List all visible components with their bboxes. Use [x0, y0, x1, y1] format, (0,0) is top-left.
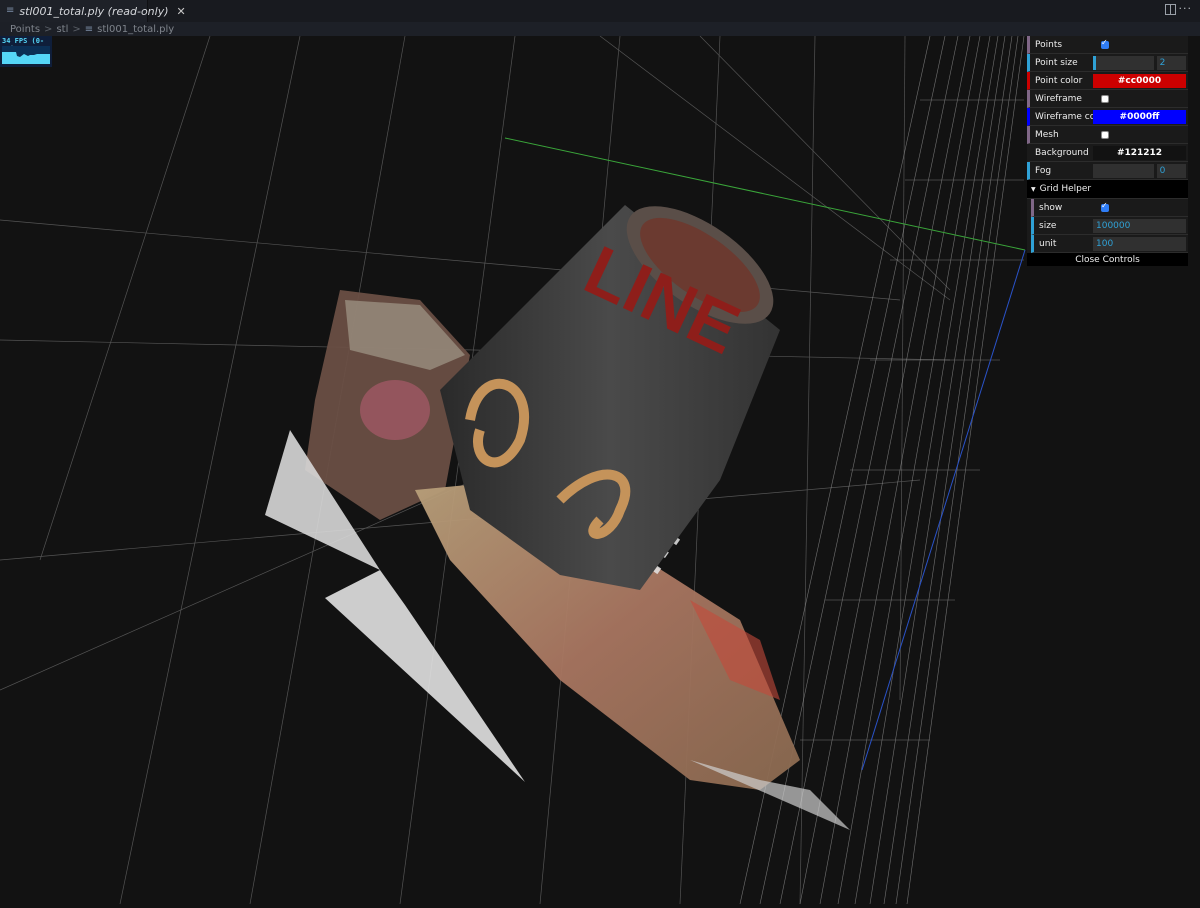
close-controls-button[interactable]: Close Controls: [1027, 253, 1188, 266]
breadcrumb-file[interactable]: stl001_total.ply: [97, 24, 174, 35]
grid-show-row: show: [1031, 199, 1188, 217]
grid-helper-folder[interactable]: ▼ Grid Helper: [1027, 180, 1188, 199]
menu-lines-icon: ≡: [6, 5, 15, 16]
menu-lines-icon: ≡: [84, 23, 94, 35]
more-actions-icon[interactable]: ···: [1179, 2, 1193, 15]
grid-show-label: show: [1039, 202, 1063, 213]
point-cloud: S LLE LINE: [265, 205, 850, 830]
caret-down-icon: ▼: [1031, 185, 1036, 193]
axis-blue: [861, 249, 1026, 771]
point-color-label: Point color: [1035, 75, 1083, 86]
breadcrumb-separator: >: [44, 23, 53, 35]
mesh-checkbox[interactable]: [1101, 130, 1109, 139]
wireframe-label: Wireframe: [1035, 93, 1082, 104]
grid-unit-input[interactable]: 100: [1093, 236, 1186, 251]
grid-size-row: size 100000: [1031, 217, 1188, 235]
grid-helper-title: Grid Helper: [1039, 184, 1092, 194]
grid-unit-label: unit: [1039, 238, 1057, 249]
wireframe-color-label: Wireframe color: [1035, 111, 1107, 122]
points-row: Points: [1027, 36, 1188, 54]
background-row: Background #121212: [1027, 144, 1188, 162]
points-checkbox[interactable]: [1101, 38, 1109, 49]
controls-panel: Points Point size 2 Point color #cc0000 …: [1027, 36, 1188, 266]
point-color-swatch[interactable]: #cc0000: [1093, 73, 1186, 88]
breadcrumb-separator: >: [72, 23, 81, 35]
fps-meter[interactable]: 34 FPS (0-34): [0, 36, 52, 67]
breadcrumb-points[interactable]: Points: [10, 24, 40, 35]
breadcrumb: Points > stl > ≡ stl001_total.ply: [0, 22, 1200, 36]
mesh-label: Mesh: [1035, 129, 1059, 140]
editor-tab-bar: ≡ stl001_total.ply (read-only) ✕ ···: [0, 0, 1200, 23]
mesh-row: Mesh: [1027, 126, 1188, 144]
point-color-row: Point color #cc0000: [1027, 72, 1188, 90]
fog-slider[interactable]: [1093, 163, 1154, 178]
point-cloud-scene: S LLE LINE: [0, 35, 1026, 905]
fog-label: Fog: [1035, 165, 1052, 176]
wireframe-color-swatch[interactable]: #0000ff: [1093, 109, 1186, 124]
point-size-slider[interactable]: [1093, 55, 1154, 70]
point-size-row: Point size 2: [1027, 54, 1188, 72]
split-editor-icon[interactable]: [1165, 4, 1176, 15]
fog-row: Fog 0: [1027, 162, 1188, 180]
grid-wall: [739, 35, 1025, 905]
fps-graph-bars: [2, 52, 50, 64]
grid-size-label: size: [1039, 220, 1057, 231]
wireframe-color-row: Wireframe color #0000ff: [1027, 108, 1188, 126]
background-label: Background: [1035, 147, 1089, 158]
3d-viewport[interactable]: S LLE LINE: [0, 35, 1200, 905]
grid-size-input[interactable]: 100000: [1093, 218, 1186, 233]
points-label: Points: [1035, 39, 1063, 50]
close-icon[interactable]: ✕: [177, 5, 186, 18]
grid-unit-row: unit 100: [1031, 235, 1188, 253]
breadcrumb-stl[interactable]: stl: [56, 24, 68, 35]
point-size-label: Point size: [1035, 57, 1078, 68]
background-swatch[interactable]: #121212: [1093, 145, 1186, 160]
fps-graph: [2, 46, 50, 64]
wireframe-checkbox[interactable]: [1101, 94, 1109, 103]
tab-title: stl001_total.ply (read-only): [19, 4, 169, 18]
editor-tab[interactable]: ≡ stl001_total.ply (read-only) ✕: [0, 0, 186, 22]
point-size-input[interactable]: 2: [1156, 55, 1186, 70]
fog-input[interactable]: 0: [1156, 163, 1186, 178]
wireframe-row: Wireframe: [1027, 90, 1188, 108]
grid-show-checkbox[interactable]: [1101, 201, 1109, 212]
